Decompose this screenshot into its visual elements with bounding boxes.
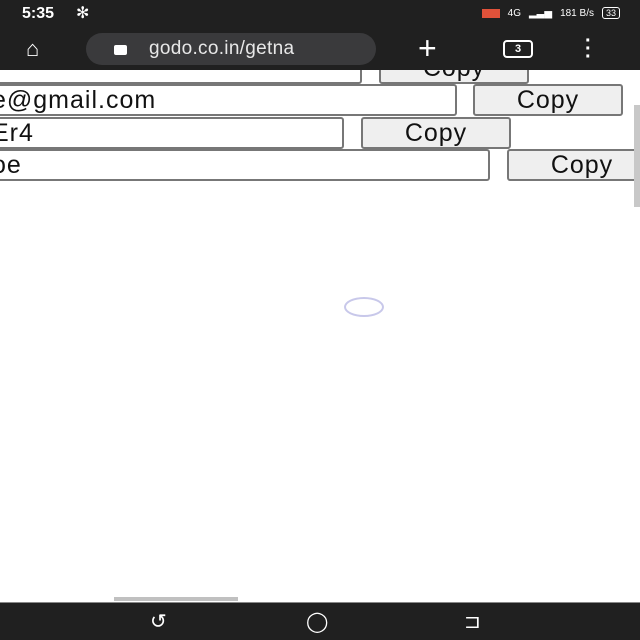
browser-toolbar: ⌂ godo.co.in/getna + 3 · · · [0,30,640,70]
home-icon[interactable]: ⌂ [26,36,39,62]
text-field[interactable] [0,70,362,84]
battery-icon: 33 [601,7,620,19]
speed-label: 181 B/s [560,7,594,19]
new-tab-icon[interactable]: + [418,30,437,67]
copy-button[interactable]: Copy [379,70,529,84]
lock-icon [114,45,127,55]
vertical-scrollbar[interactable] [634,105,640,207]
home-button-icon[interactable]: ◯ [306,609,328,634]
url-text: godo.co.in/getna [149,38,295,59]
tab-switcher-button[interactable]: 3 [503,40,533,58]
text-field[interactable]: oe [0,149,490,181]
copy-button[interactable]: Copy [507,149,640,181]
clock: 5:35 [22,5,55,22]
loading-spinner [344,297,384,317]
recents-icon[interactable]: ↺ [150,609,167,634]
email-field[interactable]: e@gmail.com [0,84,457,116]
text-field[interactable]: Er4 [0,117,344,149]
page-content: Copy e@gmail.com Copy Er4 Copy oe Copy [0,70,640,602]
signal-icon: ▂▃▅ [528,7,553,19]
status-icons: 4G ▂▃▅ 181 B/s 33 [481,7,620,19]
settings-icon: ✻ [76,5,90,22]
more-menu-icon[interactable]: · · · [585,31,592,67]
horizontal-scrollbar[interactable] [114,597,238,601]
status-bar: 5:35 ✻ 4G ▂▃▅ 181 B/s 33 [0,0,640,30]
back-icon[interactable]: ⊐ [464,609,481,634]
cast-icon [481,8,500,18]
copy-button[interactable]: Copy [361,117,511,149]
address-bar[interactable]: godo.co.in/getna [86,33,376,65]
network-label: 4G [507,7,521,19]
navigation-bar: ↺ ◯ ⊐ [0,602,640,640]
copy-button[interactable]: Copy [473,84,623,116]
